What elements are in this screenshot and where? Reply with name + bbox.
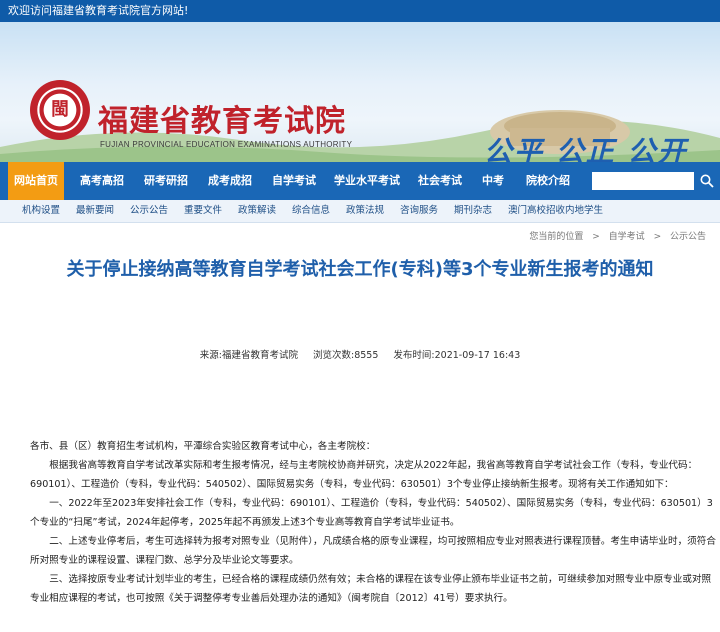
subnav-item[interactable]: 期刊杂志 [454,200,492,222]
salutation: 各市、县（区）教育招生考试机构，平潭综合实验区教育考试中心，各主考院校： [30,441,376,452]
subnav-item[interactable]: 政策解读 [238,200,276,222]
welcome-bar: 欢迎访问福建省教育考试院官方网站! [0,0,720,22]
nav-item-xueye[interactable]: 学业水平考试 [328,162,406,200]
paragraph: 根据我省高等教育自学考试改革实际和考生报考情况，经与主考院校协商并研究，决定从2… [30,460,698,490]
subnav-item[interactable]: 政策法规 [346,200,384,222]
article-meta: 来源:福建省教育考试院 浏览次数:8555 发布时间:2021-09-17 16… [0,347,720,361]
subnav-item[interactable]: 澳门高校招收内地学生 [508,200,603,222]
source-info: 来源:福建省教育考试院 [200,350,298,361]
search-icon[interactable] [700,174,714,188]
nav-item-home[interactable]: 网站首页 [8,162,64,200]
article-body: 各市、县（区）教育招生考试机构，平潭综合实验区教育考试中心，各主考院校： 根据我… [30,437,716,608]
time-value: 2021-09-17 16:43 [434,350,521,361]
nav-item-chengkao[interactable]: 成考成招 [202,162,258,200]
welcome-text: 欢迎访问福建省教育考试院官方网站! [8,4,189,17]
time-info: 发布时间:2021-09-17 16:43 [393,350,520,361]
org-name-cn: 福建省教育考试院 [98,104,346,139]
paragraph: 一、2022年至2023年安排社会工作（专科，专业代码：690101）、工程造价… [30,498,713,528]
paragraph: 三、选择按原专业考试计划毕业的考生，已经合格的课程成绩仍然有效；未合格的课程在该… [30,574,712,604]
subnav-item[interactable]: 机构设置 [22,200,60,222]
breadcrumb-subcategory[interactable]: 公示公告 [670,232,706,242]
source-label: 来源: [199,350,222,361]
time-label: 发布时间: [393,350,435,361]
breadcrumb-separator: > [592,232,600,242]
sub-nav: 机构设置 最新要闻 公示公告 重要文件 政策解读 综合信息 政策法规 咨询服务 … [0,200,720,223]
breadcrumb-separator: > [653,232,662,242]
nav-item-zikao[interactable]: 自学考试 [266,162,322,200]
breadcrumb: 您当前的位置 > 自学考试 > 公示公告 [523,229,706,242]
nav-item-zhongkao[interactable]: 中考 [474,162,512,200]
views-value: 8555 [354,350,379,361]
org-name-en: FUJIAN PROVINCIAL EDUCATION EXAMINATIONS… [100,140,353,149]
subnav-item[interactable]: 咨询服务 [400,200,438,222]
motto: 公平 公正 公开 [484,135,688,162]
nav-item-yankao[interactable]: 研考研招 [138,162,194,200]
subnav-item[interactable]: 综合信息 [292,200,330,222]
breadcrumb-home: 您当前的位置 [529,232,584,242]
main-nav: 网站首页 高考高招 研考研招 成考成招 自学考试 学业水平考试 社会考试 中考 … [0,162,720,200]
subnav-item[interactable]: 公示公告 [130,200,168,222]
subnav-item[interactable]: 最新要闻 [76,200,114,222]
nav-item-shehui[interactable]: 社会考试 [412,162,468,200]
search-input[interactable] [592,172,694,190]
article-title: 关于停止接纳高等教育自学考试社会工作(专科)等3个专业新生报考的通知 [66,259,654,280]
breadcrumb-category[interactable]: 自学考试 [609,232,645,242]
nav-item-yuanxiao[interactable]: 院校介绍 [518,162,578,200]
source-value: 福建省教育考试院 [221,350,298,361]
header-banner: 閩 福建省教育考试院 FUJIAN PROVINCIAL EDUCATION E… [0,22,720,162]
paragraph: 二、上述专业停考后，考生可选择转为报考对照专业（见附件），凡成绩合格的原专业课程… [30,536,716,566]
views-info: 浏览次数:8555 [313,350,378,361]
views-label: 浏览次数: [313,350,355,361]
subnav-item[interactable]: 重要文件 [184,200,222,222]
nav-item-gaokao[interactable]: 高考高招 [74,162,130,200]
seal-glyph: 閩 [51,99,69,120]
